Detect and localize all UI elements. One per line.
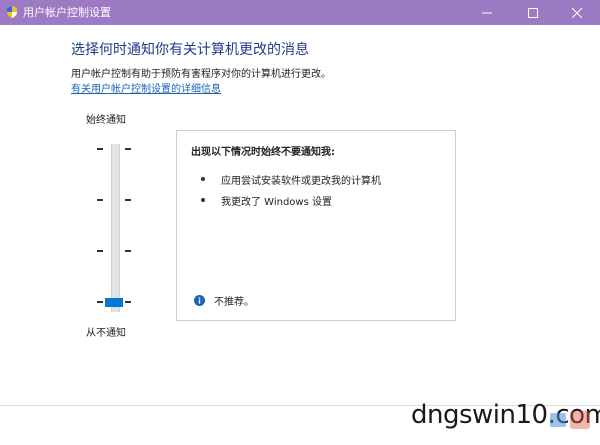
- close-button[interactable]: [554, 0, 600, 25]
- minimize-button[interactable]: [464, 0, 510, 25]
- close-icon: [572, 7, 582, 18]
- bullet-icon: [201, 198, 205, 202]
- slider-tick: [125, 301, 131, 303]
- slider-bottom-label: 从不通知: [86, 328, 126, 339]
- slider-top-label: 始终通知: [86, 115, 126, 126]
- slider-tick: [125, 199, 131, 201]
- info-icon: [194, 295, 205, 306]
- maximize-icon: [528, 7, 538, 18]
- slider-tick: [97, 199, 103, 201]
- level-description-panel: 出现以下情况时始终不要通知我: 应用尝试安装软件或更改我的计算机 我更改了 Wi…: [176, 130, 456, 321]
- watermark-logo-icon: [550, 411, 590, 429]
- panel-heading: 出现以下情况时始终不要通知我:: [191, 147, 335, 158]
- page-heading: 选择何时通知你有关计算机更改的消息: [71, 42, 309, 58]
- more-info-link[interactable]: 有关用户帐户控制设置的详细信息: [71, 83, 221, 97]
- note-text: 不推荐。: [214, 297, 254, 308]
- minimize-icon: [482, 12, 492, 13]
- uac-shield-icon: [7, 6, 17, 18]
- notification-slider-thumb[interactable]: [105, 298, 123, 307]
- slider-tick: [125, 148, 131, 150]
- title-bar: 用户帐户控制设置: [0, 0, 600, 25]
- list-item: 我更改了 Windows 设置: [191, 193, 332, 208]
- page-description: 用户帐户控制有助于预防有害程序对你的计算机进行更改。: [71, 69, 331, 80]
- recommendation-note: 不推荐。: [194, 293, 254, 308]
- notification-slider-track[interactable]: [111, 144, 120, 312]
- slider-tick: [97, 148, 103, 150]
- slider-tick: [97, 301, 103, 303]
- bullet-icon: [201, 177, 205, 181]
- list-item-text: 我更改了 Windows 设置: [221, 196, 332, 208]
- list-item-text: 应用尝试安装软件或更改我的计算机: [221, 175, 381, 187]
- slider-tick: [97, 250, 103, 252]
- list-item: 应用尝试安装软件或更改我的计算机: [191, 172, 381, 187]
- window-title: 用户帐户控制设置: [23, 6, 111, 19]
- maximize-button[interactable]: [510, 0, 556, 25]
- slider-tick: [125, 250, 131, 252]
